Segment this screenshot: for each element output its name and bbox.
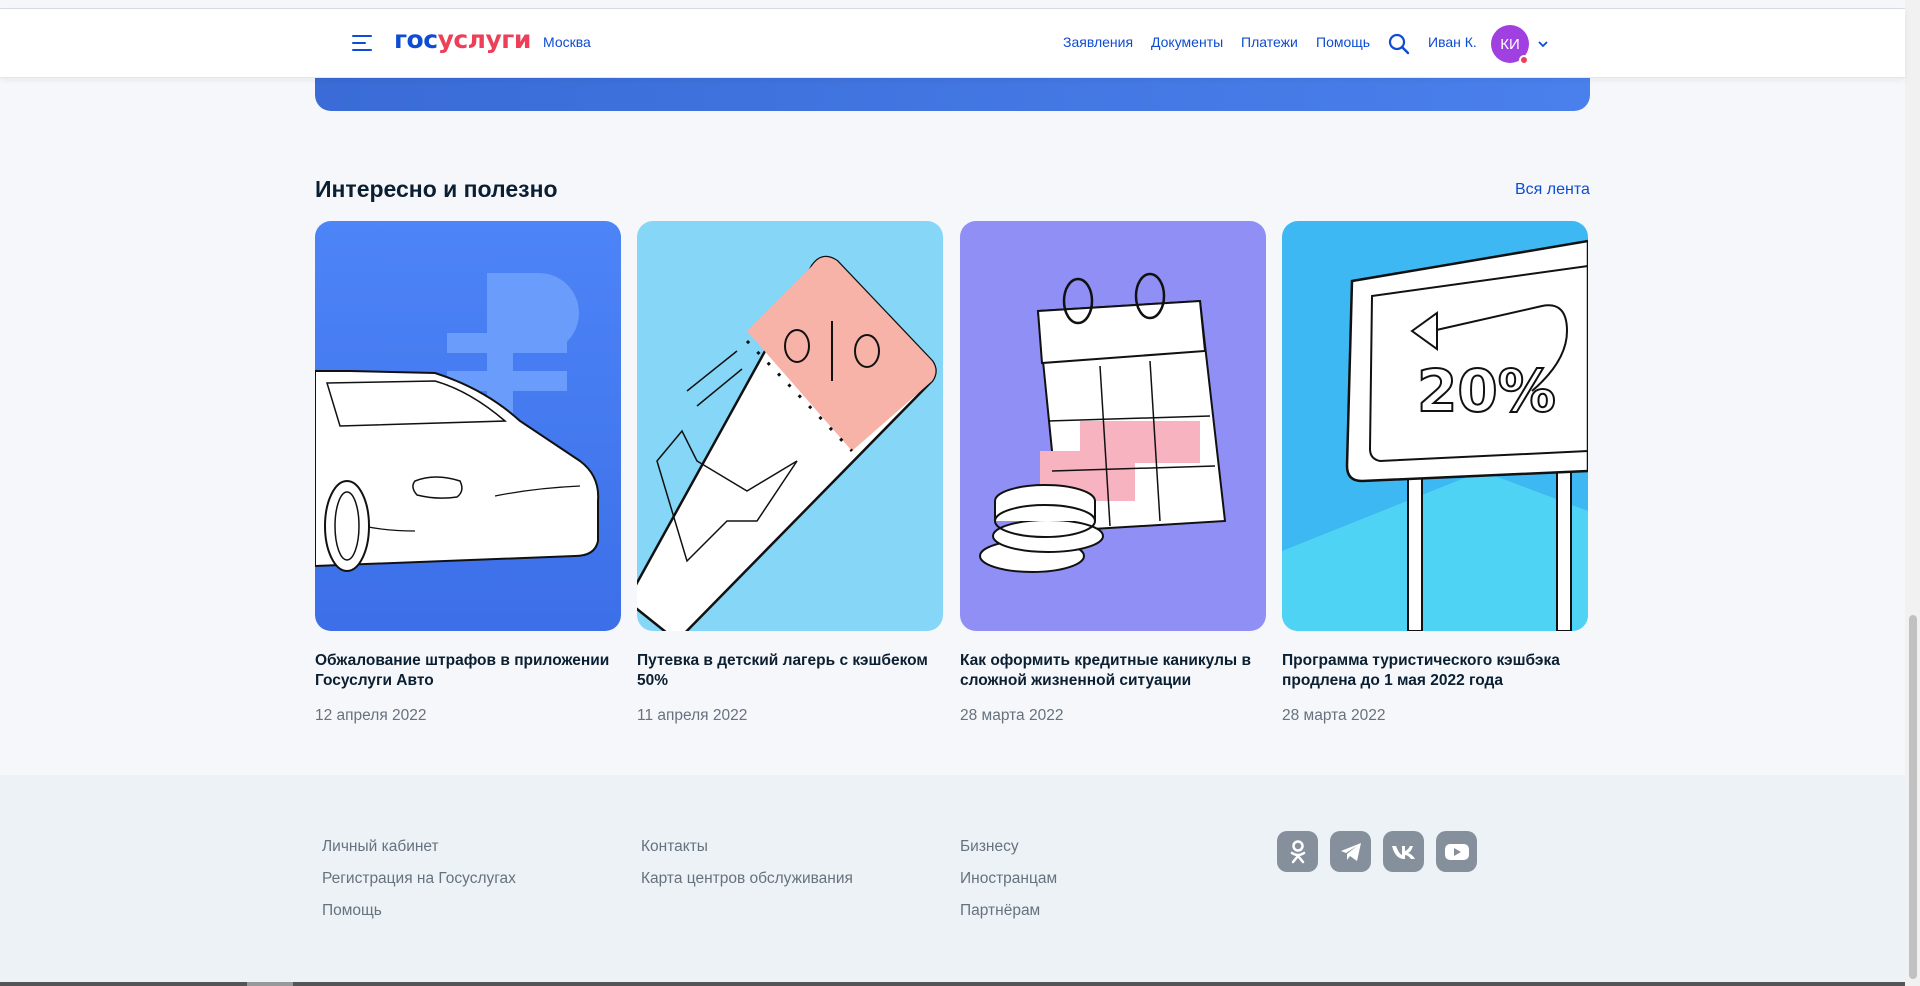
footer-link-business[interactable]: Бизнесу (960, 838, 1057, 856)
footer-link-cabinet[interactable]: Личный кабинет (322, 838, 516, 856)
nav-payments[interactable]: Платежи (1241, 34, 1298, 50)
car-illustration (315, 221, 621, 631)
nav-applications[interactable]: Заявления (1063, 34, 1133, 50)
footer-link-contacts[interactable]: Контакты (641, 838, 853, 856)
card-title[interactable]: Программа туристического кэшбэка продлен… (1282, 651, 1588, 691)
footer-column-1: Личный кабинет Регистрация на Госуслугах… (322, 838, 516, 934)
footer-link-help[interactable]: Помощь (322, 902, 516, 920)
billboard-percent: 20% (1417, 357, 1556, 425)
site-header: госуслуги Москва Заявления Документы Пла… (0, 9, 1905, 78)
footer-column-3: Бизнесу Иностранцам Партнёрам (960, 838, 1057, 934)
nav-documents[interactable]: Документы (1151, 34, 1223, 50)
nav-help[interactable]: Помощь (1316, 34, 1370, 50)
news-card[interactable]: Обжалование штрафов в приложении Госуслу… (315, 221, 621, 725)
news-card[interactable]: Путевка в детский лагерь с кэшбеком 50% … (637, 221, 943, 725)
site-footer (0, 775, 1905, 986)
user-name[interactable]: Иван К. (1428, 34, 1477, 50)
footer-link-partners[interactable]: Партнёрам (960, 902, 1057, 920)
youtube-icon[interactable] (1436, 831, 1477, 872)
footer-column-2: Контакты Карта центров обслуживания (641, 838, 853, 902)
odnoklassniki-icon[interactable] (1277, 831, 1318, 872)
section-title: Интересно и полезно (315, 176, 558, 202)
billboard-illustration: 20% (1282, 221, 1588, 631)
menu-icon[interactable] (352, 33, 376, 53)
news-card[interactable]: Как оформить кредитные каникулы в сложно… (960, 221, 1266, 725)
card-title[interactable]: Путевка в детский лагерь с кэшбеком 50% (637, 651, 943, 691)
telegram-icon[interactable] (1330, 831, 1371, 872)
card-date: 28 марта 2022 (1282, 707, 1386, 724)
chevron-down-icon[interactable] (1536, 37, 1550, 51)
scrollbar-thumb[interactable] (1909, 615, 1917, 979)
top-strip (0, 0, 1905, 9)
search-icon[interactable] (1388, 33, 1410, 55)
calendar-illustration (960, 221, 1266, 631)
card-title[interactable]: Обжалование штрафов в приложении Госуслу… (315, 651, 621, 691)
card-date: 11 апреля 2022 (637, 707, 748, 724)
card-image-calendar (960, 221, 1266, 631)
card-date: 12 апреля 2022 (315, 707, 427, 724)
news-card[interactable]: 20% Программа туристического кэшбэка про… (1282, 221, 1588, 725)
card-image-car (315, 221, 621, 631)
ticket-illustration (637, 221, 943, 631)
taskbar-item (247, 982, 293, 986)
card-date: 28 марта 2022 (960, 707, 1064, 724)
notification-dot (1519, 55, 1529, 65)
card-image-ticket (637, 221, 943, 631)
footer-link-foreigners[interactable]: Иностранцам (960, 870, 1057, 888)
all-feed-link[interactable]: Вся лента (1515, 181, 1590, 199)
footer-link-service-map[interactable]: Карта центров обслуживания (641, 870, 853, 888)
vk-icon[interactable] (1383, 831, 1424, 872)
gosuslugi-logo[interactable]: госуслуги (394, 25, 531, 54)
footer-link-registration[interactable]: Регистрация на Госуслугах (322, 870, 516, 888)
card-image-billboard: 20% (1282, 221, 1588, 631)
city-selector[interactable]: Москва (543, 34, 591, 50)
card-title[interactable]: Как оформить кредитные каникулы в сложно… (960, 651, 1266, 691)
